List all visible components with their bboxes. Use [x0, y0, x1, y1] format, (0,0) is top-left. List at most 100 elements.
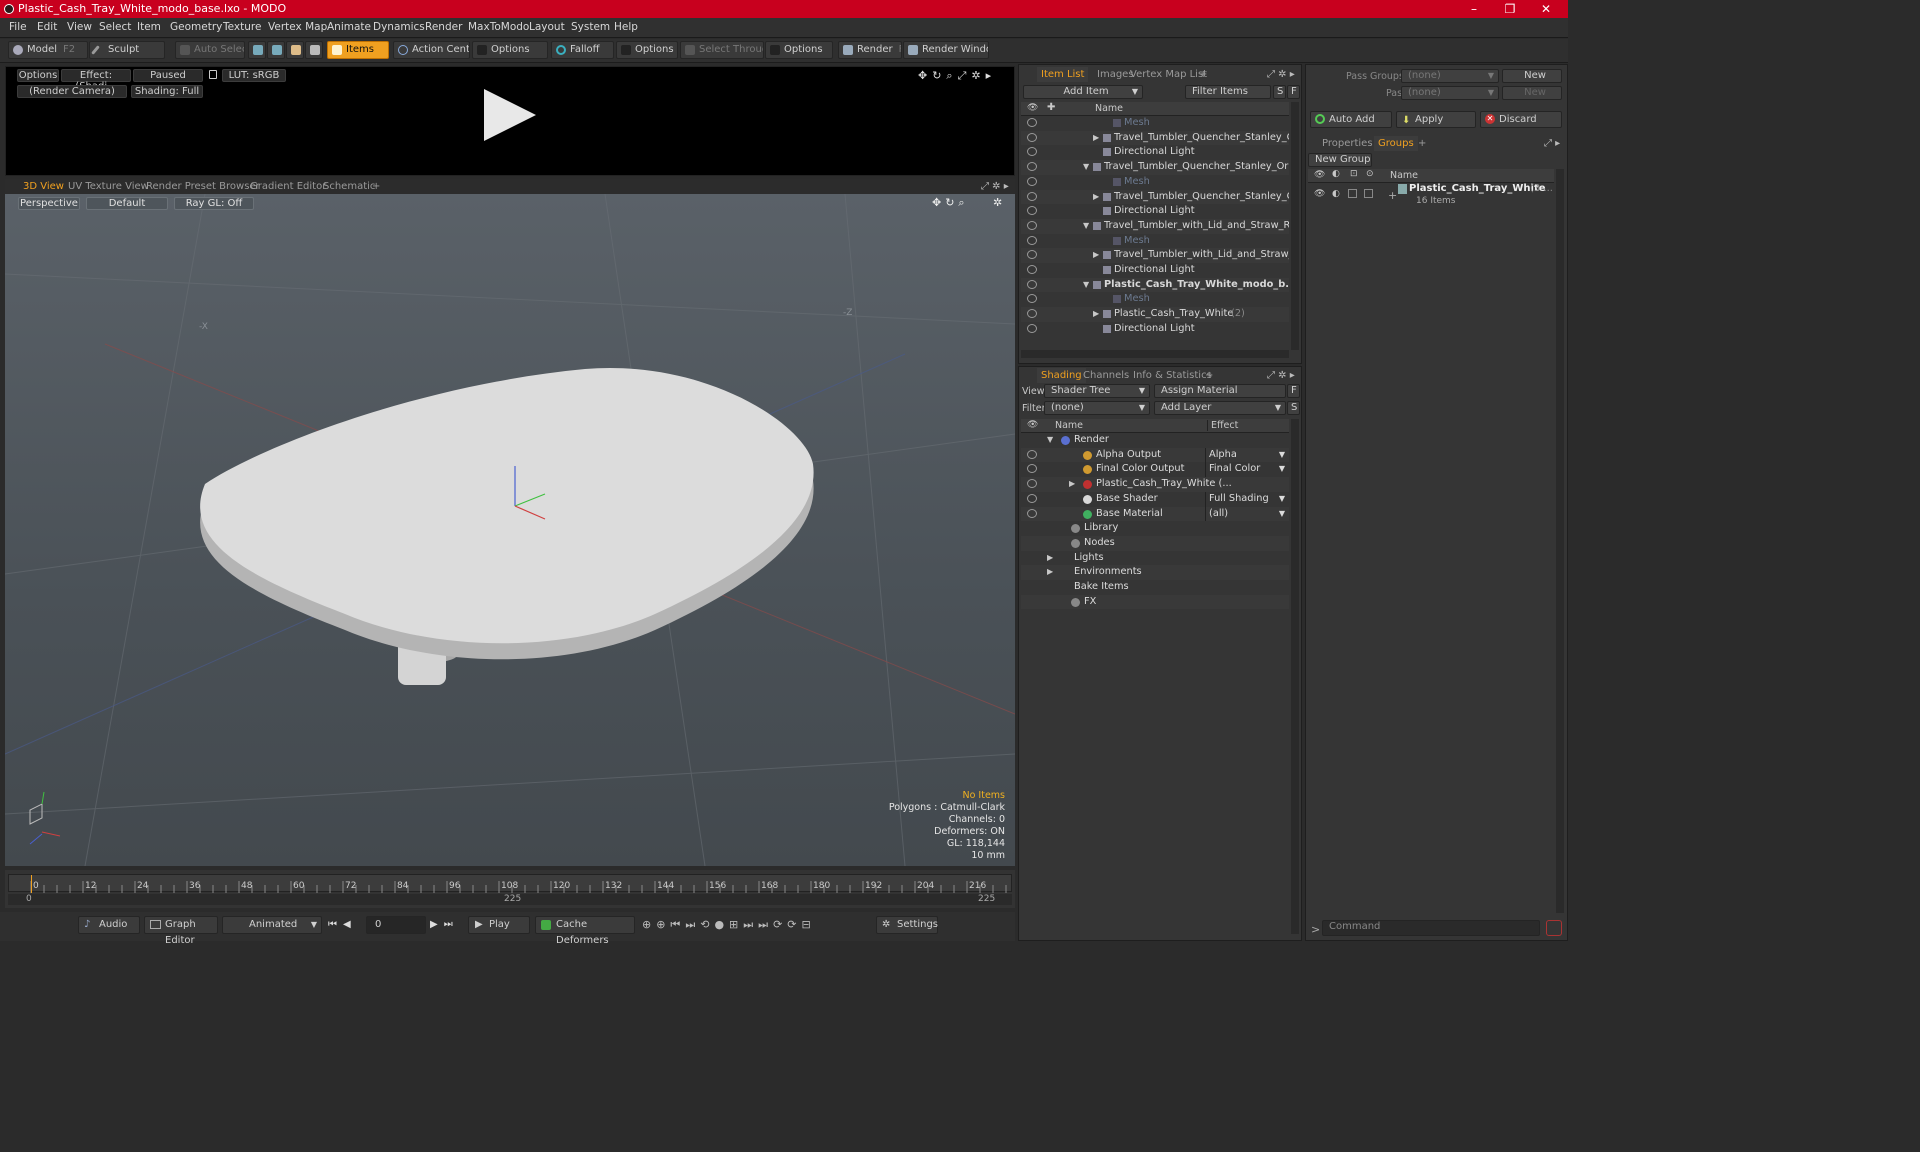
menu-vertex-map[interactable]: Vertex Map	[268, 21, 327, 33]
new-group-button[interactable]: New Group	[1308, 153, 1372, 167]
lock-icon[interactable]	[209, 70, 217, 79]
visibility-eye-icon[interactable]	[1027, 479, 1037, 489]
lut-dropdown[interactable]: LUT: sRGB	[222, 69, 286, 82]
ray-gl-toggle[interactable]: Ray GL: Off	[174, 197, 254, 210]
visibility-eye-icon[interactable]	[1027, 132, 1037, 142]
visibility-eye-icon[interactable]	[1027, 294, 1037, 304]
expand-arrow-icon[interactable]: ▶	[1047, 565, 1053, 580]
item-list-row[interactable]: Directional Light	[1021, 145, 1289, 160]
collapse-arrow-icon[interactable]: ▼	[1083, 219, 1089, 234]
vertices-mode-button[interactable]	[248, 41, 266, 59]
animated-dropdown[interactable]: Animated ▼	[222, 916, 322, 934]
shader-tree-row[interactable]: Final Color Output Final Color ▼	[1021, 462, 1289, 478]
action-center-options-button[interactable]: Options	[472, 41, 548, 59]
expand-arrow-icon[interactable]: ▶	[1093, 131, 1099, 146]
minimize-button[interactable]: –	[1456, 0, 1492, 18]
timeline-range-bar[interactable]: 0 225 225	[8, 894, 1012, 905]
maximize-button[interactable]: ❐	[1492, 0, 1528, 18]
cache-deformers-button[interactable]: Cache Deformers	[535, 916, 635, 946]
render-paused-button[interactable]: Paused	[133, 69, 203, 82]
item-list-row[interactable]: Directional Light	[1021, 322, 1289, 337]
expand-plus-icon[interactable]: +	[1388, 189, 1397, 202]
shader-tree-row[interactable]: ▶ Lights	[1021, 551, 1289, 566]
item-list-row[interactable]: Directional Light	[1021, 263, 1289, 278]
expand-arrow-icon[interactable]: ▶	[1093, 248, 1099, 263]
expand-arrow-icon[interactable]: ▶	[1069, 477, 1075, 492]
timeline-ruler[interactable]: 0 12 24 36 48 60 72 84 96 108 120 132 144 156 168 180 19…	[8, 874, 1012, 893]
passes-dropdown[interactable]: (none) ▼	[1401, 86, 1499, 100]
panel-expand-icon[interactable]: ⤢ ✲ ▸	[1267, 368, 1295, 383]
tab-render-preset-browser[interactable]: Render Preset Browser	[146, 179, 260, 194]
item-list-row[interactable]: Mesh	[1021, 175, 1289, 190]
shader-tree-row[interactable]: Base Shader Full Shading ▼	[1021, 491, 1289, 507]
panel-expand-icon[interactable]: ⤢ ✲ ▸	[1267, 67, 1295, 82]
viewport-3d[interactable]: Perspective Default Ray GL: Off ✥↻⌕ ✲ -X…	[5, 194, 1015, 866]
expand-arrow-icon[interactable]: ▶	[1093, 307, 1099, 322]
shader-tree-row[interactable]: Library	[1021, 521, 1289, 536]
render-toggle-icon[interactable]: ◐	[1332, 189, 1340, 199]
auto-select-button[interactable]: Auto Select	[175, 41, 245, 59]
render-button[interactable]: RenderF9	[838, 41, 902, 59]
menu-file[interactable]: File	[9, 21, 27, 33]
menu-maxtomodo[interactable]: MaxToModo	[468, 21, 529, 33]
filter-items-input[interactable]: Filter Items	[1185, 85, 1271, 99]
shader-tree-row[interactable]: ▼ Render	[1021, 433, 1289, 448]
item-list-row[interactable]: Directional Light	[1021, 204, 1289, 219]
visibility-eye-icon[interactable]	[1027, 309, 1037, 319]
groups-vscrollbar[interactable]	[1556, 169, 1564, 913]
item-list-row[interactable]: Mesh	[1021, 292, 1289, 307]
add-item-dropdown[interactable]: Add Item ▼	[1023, 85, 1143, 99]
shader-tree-row[interactable]: ▶ Plastic_Cash_Tray_White (...	[1021, 477, 1289, 492]
play-render-icon[interactable]	[484, 89, 536, 141]
tab-shading[interactable]: Shading	[1037, 368, 1086, 383]
visibility-eye-icon[interactable]	[1027, 235, 1037, 245]
tab-item-list[interactable]: Item List	[1037, 67, 1089, 82]
menu-render[interactable]: Render	[425, 21, 462, 33]
menu-dynamics[interactable]: Dynamics	[373, 21, 425, 33]
shader-tree-vscrollbar[interactable]	[1291, 419, 1299, 934]
effect-dropdown[interactable]: (all) ▼	[1205, 506, 1287, 522]
visibility-eye-icon[interactable]	[1027, 176, 1037, 186]
visibility-eye-icon[interactable]	[1027, 464, 1037, 474]
perspective-dropdown[interactable]: Perspective	[18, 197, 80, 210]
tab-uv-texture-view[interactable]: UV Texture View	[68, 179, 149, 194]
visibility-eye-icon[interactable]	[1027, 250, 1037, 260]
effect-dropdown[interactable]: Full Shading ▼	[1205, 491, 1287, 507]
shading-f-button[interactable]: F	[1287, 384, 1300, 398]
model-mode-button[interactable]: Model F2	[8, 41, 88, 59]
discard-button[interactable]: ✕ Discard	[1480, 111, 1562, 128]
add-layer-dropdown[interactable]: Add Layer ▼	[1154, 401, 1286, 415]
new-pass-group-button[interactable]: New	[1502, 69, 1562, 83]
item-list-row[interactable]: ▶ Travel_Tumbler_Quencher_Stanley_Or...	[1021, 130, 1289, 146]
tab-add[interactable]: +	[1199, 67, 1207, 82]
lock-checkbox[interactable]	[1348, 189, 1357, 198]
visibility-eye-icon[interactable]	[1027, 206, 1037, 216]
apply-button[interactable]: ⬇ Apply	[1396, 111, 1476, 128]
play-button[interactable]: ▶ Play	[468, 916, 530, 934]
tab-3d-view[interactable]: 3D View	[23, 179, 64, 195]
key-controls-icon[interactable]: ⊕⊕⏮⏭⟲●⊞⏭⏭⟳⟳⊟	[642, 918, 816, 932]
view-expand-icon[interactable]: ⤢ ✲ ▸	[981, 179, 1009, 194]
tab-info-statistics[interactable]: Info & Statistics	[1133, 368, 1212, 383]
menu-select[interactable]: Select	[99, 21, 131, 33]
tab-images[interactable]: Images	[1097, 67, 1134, 82]
tab-add[interactable]: +	[1418, 136, 1426, 151]
sculpt-mode-button[interactable]: Sculpt	[89, 41, 165, 59]
visibility-eye-icon[interactable]	[1027, 493, 1037, 503]
item-list-vscrollbar[interactable]	[1291, 102, 1299, 350]
visibility-eye-icon[interactable]	[1027, 118, 1037, 127]
visibility-eye-icon[interactable]	[1027, 191, 1037, 201]
polygons-mode-button[interactable]	[286, 41, 304, 59]
visibility-eye-icon[interactable]	[1027, 508, 1037, 518]
item-list-row[interactable]: ▼ Travel_Tumbler_with_Lid_and_Straw_Re ..…	[1021, 218, 1289, 234]
visibility-eye-icon[interactable]	[1027, 220, 1037, 230]
visibility-eye-icon[interactable]	[1027, 265, 1037, 274]
collapse-arrow-icon[interactable]: ▼	[1083, 160, 1089, 175]
menu-system[interactable]: System	[571, 21, 610, 33]
effect-dropdown[interactable]: Final Color ▼	[1205, 462, 1287, 478]
item-list-row[interactable]: ▶ Plastic_Cash_Tray_White (2)	[1021, 307, 1289, 322]
tab-gradient-editor[interactable]: Gradient Editor	[250, 179, 326, 194]
visibility-eye-icon[interactable]	[1027, 162, 1037, 172]
audio-button[interactable]: ♪ Audio	[78, 916, 140, 934]
visibility-eye-icon[interactable]	[1027, 147, 1037, 157]
